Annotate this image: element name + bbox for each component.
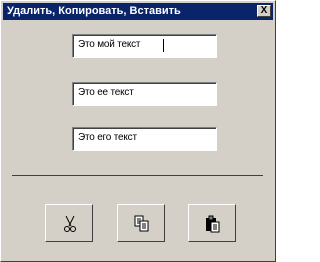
text-field-2[interactable]: Это ее текст — [72, 82, 217, 106]
text-field-1-value: Это мой текст — [78, 39, 141, 50]
scissors-icon — [64, 215, 76, 232]
window-title: Удалить, Копировать, Вставить — [7, 5, 181, 17]
close-button[interactable]: X — [257, 5, 271, 17]
paste-button[interactable] — [188, 204, 236, 242]
paste-icon — [206, 215, 220, 233]
text-field-1[interactable]: Это мой текст — [72, 34, 217, 58]
separator-line — [12, 175, 263, 176]
copy-icon — [134, 215, 149, 232]
cut-button[interactable] — [45, 204, 93, 242]
text-field-2-value: Это ее текст — [78, 87, 134, 98]
close-icon: X — [260, 5, 268, 16]
text-caret — [163, 39, 164, 52]
text-field-3-value: Это его текст — [78, 132, 137, 143]
dialog-window: Удалить, Копировать, Вставить X Это мой … — [0, 0, 276, 262]
copy-button[interactable] — [117, 204, 165, 242]
text-field-3[interactable]: Это его текст — [72, 127, 217, 151]
title-bar[interactable]: Удалить, Копировать, Вставить X — [3, 3, 273, 20]
